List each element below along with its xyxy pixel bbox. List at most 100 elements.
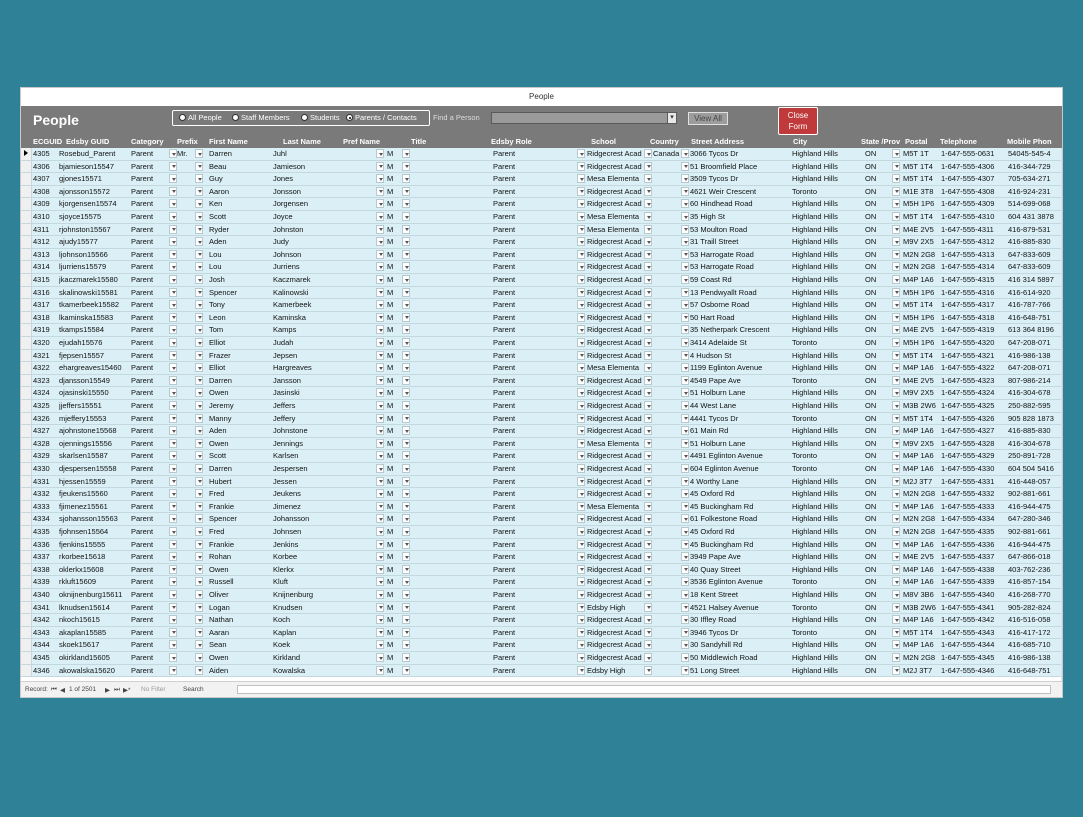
state-prov-cell[interactable]: ON [865,363,893,372]
last-name-cell[interactable]: Koek [273,640,339,649]
chevron-down-icon[interactable] [577,212,585,221]
chevron-down-icon[interactable] [402,237,410,247]
street-address-cell[interactable]: 51 Long Street [690,666,790,675]
chevron-down-icon[interactable] [376,338,384,347]
chevron-down-icon[interactable] [402,363,410,373]
gender-cell[interactable]: M [387,426,395,435]
edsby-guid-cell[interactable]: fjepsen15557 [59,351,131,360]
chevron-down-icon[interactable] [644,627,652,637]
state-prov-cell[interactable]: ON [865,666,893,675]
filter-students[interactable]: Students [301,113,340,122]
street-address-cell[interactable]: 44 West Lane [690,401,790,410]
edsby-role-cell[interactable]: Parent [493,640,573,649]
chevron-down-icon[interactable] [892,627,900,637]
mobile-phone-cell[interactable]: 416-614-920 [1008,288,1061,297]
street-address-cell[interactable]: 51 Holburn Lane [690,388,790,397]
chevron-down-icon[interactable] [892,174,900,184]
street-address-cell[interactable]: 30 Sandyhill Rd [690,640,790,649]
street-address-cell[interactable]: 53 Moulton Road [690,225,790,234]
last-name-cell[interactable]: Jonsson [273,187,339,196]
gender-cell[interactable]: M [387,439,395,448]
first-name-cell[interactable]: Owen [209,565,269,574]
telephone-cell[interactable]: 1-647-555-4335 [941,527,1005,536]
state-prov-cell[interactable]: ON [865,225,893,234]
first-name-cell[interactable]: Russell [209,577,269,586]
first-name-cell[interactable]: Darren [209,464,269,473]
gender-cell[interactable]: M [387,351,395,360]
school-cell[interactable]: Ridgecrest Acad [587,414,643,423]
school-cell[interactable]: Ridgecrest Acad [587,162,643,171]
table-row[interactable]: 4339 rkluft15609 Parent Russell Kluft M Parent… [21,576,1061,589]
edsby-guid-cell[interactable]: akaplan15585 [59,628,131,637]
last-name-cell[interactable]: Kowalska [273,666,339,675]
gender-cell[interactable]: M [387,603,395,612]
mobile-phone-cell[interactable]: 416-787-766 [1008,300,1061,309]
telephone-cell[interactable]: 1-647-555-4345 [941,653,1005,662]
street-address-cell[interactable]: 35 Netherpark Crescent [690,325,790,334]
chevron-down-icon[interactable] [169,212,177,221]
last-name-cell[interactable]: Klerkx [273,565,339,574]
telephone-cell[interactable]: 1-647-555-4340 [941,590,1005,599]
edsby-guid-cell[interactable]: djespersen15558 [59,464,131,473]
telephone-cell[interactable]: 1-647-555-4339 [941,577,1005,586]
chevron-down-icon[interactable] [644,401,652,410]
chevron-down-icon[interactable] [195,564,203,574]
chevron-down-icon[interactable] [892,665,900,675]
edsby-role-cell[interactable]: Parent [493,540,573,549]
chevron-down-icon[interactable] [195,174,203,184]
column-header-mobile-phone[interactable]: Mobile Phon [1007,137,1052,146]
chevron-down-icon[interactable] [892,438,900,448]
last-name-cell[interactable]: Kaplan [273,628,339,637]
postal-cell[interactable]: M2N 2G8 [903,262,939,271]
chevron-down-icon[interactable] [376,464,384,473]
chevron-down-icon[interactable] [681,627,689,637]
record-selector[interactable] [21,551,32,563]
gender-cell[interactable]: M [387,477,395,486]
gender-cell[interactable]: M [387,666,395,675]
chevron-down-icon[interactable] [195,602,203,612]
state-prov-cell[interactable]: ON [865,640,893,649]
vertical-scrollbar[interactable] [1061,148,1062,681]
record-selector[interactable] [21,374,32,387]
chevron-down-icon[interactable] [892,375,900,385]
chevron-down-icon[interactable] [402,161,410,171]
city-cell[interactable]: Highland Hills [792,363,862,372]
edsby-guid-cell[interactable]: bjamieson15547 [59,162,131,171]
edsby-guid-cell[interactable]: jkaczmarek15580 [59,275,131,284]
school-cell[interactable]: Ridgecrest Acad [587,577,643,586]
chevron-down-icon[interactable] [681,514,689,524]
school-cell[interactable]: Ridgecrest Acad [587,615,643,624]
school-cell[interactable]: Ridgecrest Acad [587,275,643,284]
last-name-cell[interactable]: Kaminska [273,313,339,322]
chevron-down-icon[interactable] [681,275,689,284]
city-cell[interactable]: Highland Hills [792,552,862,561]
first-name-cell[interactable]: Ryder [209,225,269,234]
gender-cell[interactable]: M [387,250,395,259]
category-cell[interactable]: Parent [131,489,167,498]
chevron-down-icon[interactable] [577,338,585,347]
chevron-down-icon[interactable] [376,590,384,599]
chevron-down-icon[interactable] [376,262,384,272]
record-selector[interactable] [21,652,32,664]
chevron-down-icon[interactable] [681,325,689,335]
gender-cell[interactable]: M [387,565,395,574]
mobile-phone-cell[interactable]: 905-282-824 [1008,603,1061,612]
chevron-down-icon[interactable] [402,552,410,562]
table-row[interactable]: 4312 ajudy15577 Parent Aden Judy M Parent Ridge… [21,236,1061,249]
chevron-down-icon[interactable] [376,615,384,625]
chevron-down-icon[interactable] [376,653,384,662]
postal-cell[interactable]: M3B 2W6 [903,401,939,410]
chevron-down-icon[interactable] [577,300,585,310]
first-name-cell[interactable]: Josh [209,275,269,284]
chevron-down-icon[interactable] [681,149,689,158]
last-name-cell[interactable]: Jimenez [273,502,339,511]
close-form-button[interactable]: Close Form [778,107,818,135]
record-selector[interactable] [21,387,32,399]
chevron-down-icon[interactable] [577,149,585,158]
city-cell[interactable]: Highland Hills [792,426,862,435]
edsby-role-cell[interactable]: Parent [493,514,573,523]
chevron-down-icon[interactable] [681,564,689,574]
chevron-down-icon[interactable] [195,212,203,221]
postal-cell[interactable]: M5T 1T4 [903,174,939,183]
record-selector[interactable] [21,236,32,248]
